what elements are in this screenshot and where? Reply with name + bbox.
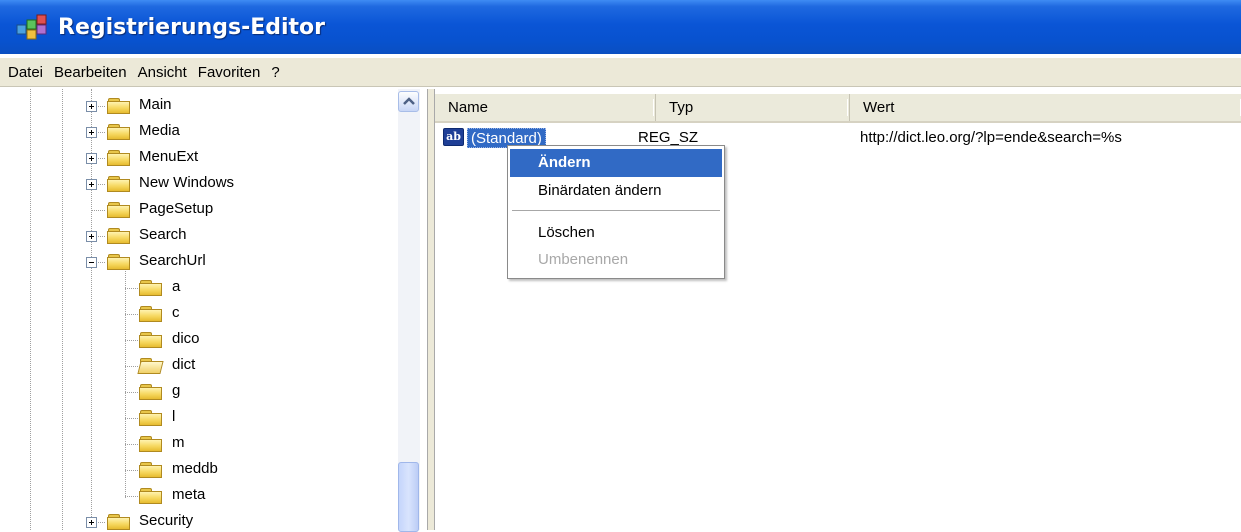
expand-icon[interactable] [86, 127, 97, 138]
folder-icon [139, 488, 163, 505]
menu-bar: Datei Bearbeiten Ansicht Favoriten ? [0, 58, 1241, 87]
tree-guide-line [62, 89, 63, 530]
folder-icon [107, 202, 131, 219]
tree-item-m[interactable]: m [172, 434, 185, 451]
expand-icon[interactable] [86, 101, 97, 112]
tree-item-meddb[interactable]: meddb [172, 460, 218, 477]
tree-item-new-windows[interactable]: New Windows [139, 174, 234, 191]
column-header-type[interactable]: Typ [656, 94, 850, 121]
scroll-thumb[interactable] [398, 462, 419, 532]
tree-item-dico[interactable]: dico [172, 330, 200, 347]
list-header: Name Typ Wert [435, 94, 1241, 123]
column-header-value[interactable]: Wert [850, 94, 1241, 121]
menu-ansicht[interactable]: Ansicht [134, 64, 191, 81]
registry-tree[interactable]: Main Media MenuExt New Windows PageSetup… [0, 89, 428, 530]
open-folder-icon [137, 358, 164, 375]
folder-icon [139, 384, 163, 401]
value-data: http://dict.leo.org/?lp=ende&search=%s [860, 129, 1122, 146]
folder-icon [107, 124, 131, 141]
tree-item-dict[interactable]: dict [172, 356, 195, 373]
menu-bearbeiten[interactable]: Bearbeiten [50, 64, 131, 81]
folder-icon [107, 514, 131, 530]
expand-icon[interactable] [86, 231, 97, 242]
folder-icon [139, 436, 163, 453]
menu-item-umbenennen: Umbenennen [538, 251, 629, 268]
tree-guide-line [30, 89, 31, 530]
tree-item-pagesetup[interactable]: PageSetup [139, 200, 213, 217]
menu-datei[interactable]: Datei [4, 64, 47, 81]
column-header-name[interactable]: Name [435, 94, 656, 121]
scroll-up-button[interactable] [398, 91, 419, 112]
tree-guide-line [125, 262, 126, 498]
chevron-up-icon [403, 97, 415, 105]
tree-item-meta[interactable]: meta [172, 486, 205, 503]
menu-item-loeschen[interactable]: Löschen [510, 219, 722, 247]
collapse-icon[interactable] [86, 257, 97, 268]
expand-icon[interactable] [86, 153, 97, 164]
window-title: Registrierungs-Editor [58, 14, 326, 40]
folder-icon [139, 306, 163, 323]
string-value-icon: ab [443, 128, 464, 146]
value-type: REG_SZ [638, 129, 699, 146]
tree-item-l[interactable]: l [172, 408, 175, 425]
tree-item-menuext[interactable]: MenuExt [139, 148, 198, 165]
tree-item-main[interactable]: Main [139, 96, 172, 113]
expand-icon[interactable] [86, 179, 97, 190]
tree-item-media[interactable]: Media [139, 122, 180, 139]
folder-icon [107, 98, 131, 115]
folder-icon [139, 410, 163, 427]
menu-item-binaerdaten-aendern[interactable]: Binärdaten ändern [510, 177, 722, 205]
tree-item-g[interactable]: g [172, 382, 180, 399]
folder-icon [107, 228, 131, 245]
title-bar[interactable]: Registrierungs-Editor [0, 0, 1241, 54]
folder-icon [139, 332, 163, 349]
expand-icon[interactable] [86, 517, 97, 528]
folder-icon [107, 176, 131, 193]
tree-item-searchurl[interactable]: SearchUrl [139, 252, 206, 269]
tree-item-a[interactable]: a [172, 278, 180, 295]
tree-item-c[interactable]: c [172, 304, 180, 321]
folder-icon [107, 254, 131, 271]
menu-help[interactable]: ? [267, 64, 283, 81]
menu-item-aendern[interactable]: Ändern [510, 149, 722, 177]
menu-separator [512, 210, 720, 211]
context-menu: Ändern Binärdaten ändern Löschen Umbenen… [507, 145, 725, 279]
folder-icon [139, 462, 163, 479]
menu-favoriten[interactable]: Favoriten [194, 64, 265, 81]
folder-icon [107, 150, 131, 167]
tree-item-security[interactable]: Security [139, 512, 193, 529]
registry-editor-icon [14, 12, 48, 42]
tree-item-search[interactable]: Search [139, 226, 187, 243]
folder-icon [139, 280, 163, 297]
